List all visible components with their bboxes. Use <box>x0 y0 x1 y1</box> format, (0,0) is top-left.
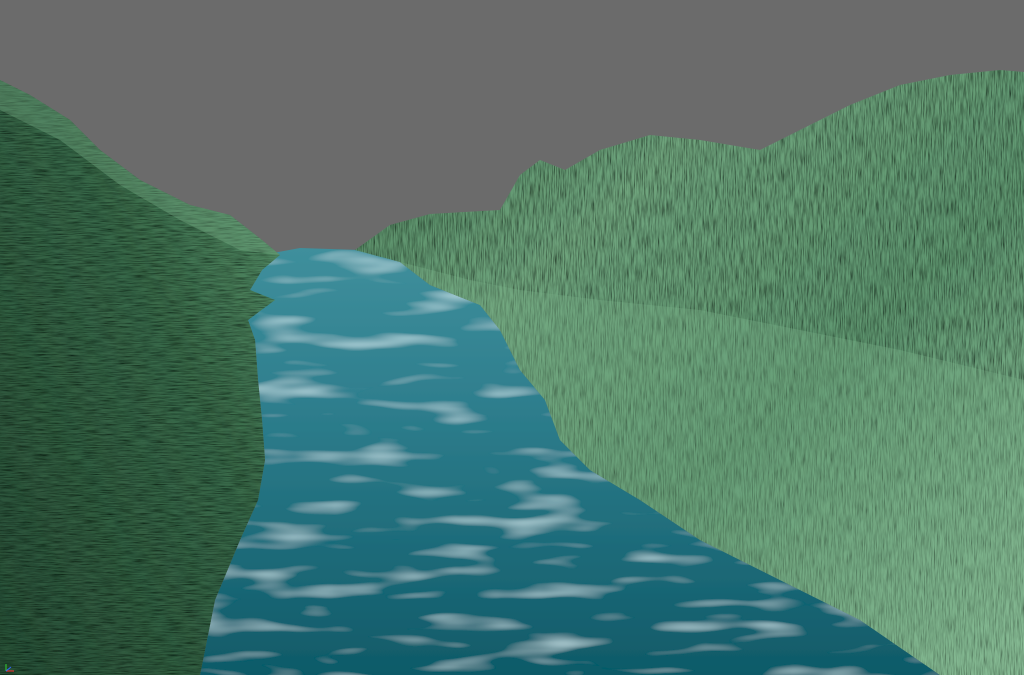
river-canyon-scene <box>0 0 1024 675</box>
axis-gizmo-icon <box>5 664 14 672</box>
3d-viewport[interactable] <box>0 0 1024 675</box>
